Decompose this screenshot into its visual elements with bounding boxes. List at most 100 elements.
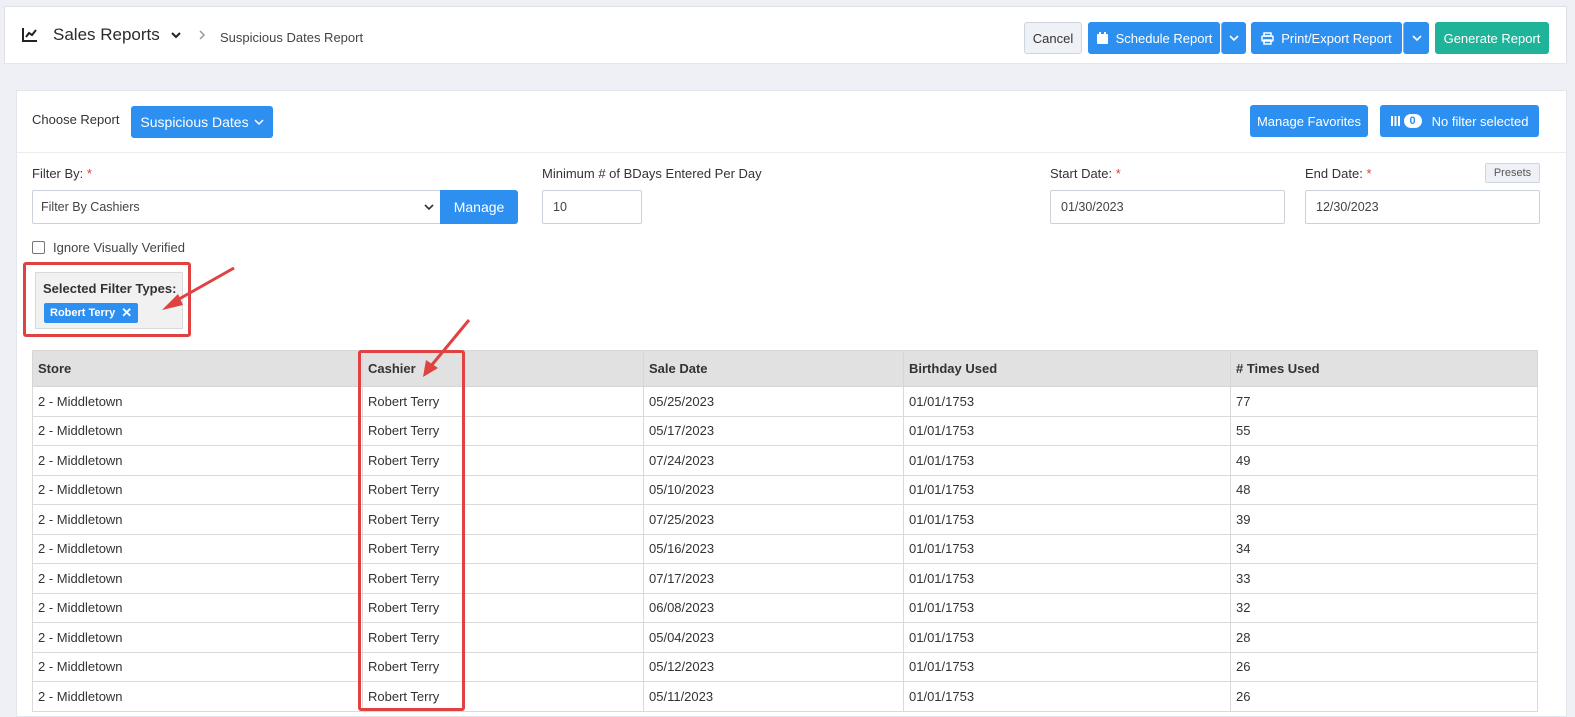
table-cell: 28 xyxy=(1230,622,1538,653)
print-export-dropdown[interactable] xyxy=(1403,22,1429,54)
cancel-button[interactable]: Cancel xyxy=(1024,22,1082,54)
table-cell: 05/16/2023 xyxy=(643,533,904,564)
table-row[interactable]: 2 - Middletown Robert Terry 07/17/2023 01/0… xyxy=(32,563,1538,594)
filter-by-label: Filter By: * xyxy=(32,166,92,181)
min-bdays-label: Minimum # of BDays Entered Per Day xyxy=(542,166,762,181)
schedule-report-dropdown[interactable] xyxy=(1221,22,1246,54)
table-cell: 01/01/1753 xyxy=(903,386,1231,417)
column-header[interactable]: # Times Used xyxy=(1230,350,1538,387)
report-toolbar: Choose Report Suspicious Dates Manage Fa… xyxy=(17,91,1566,153)
table-cell: 01/01/1753 xyxy=(903,533,1231,564)
choose-report-dropdown[interactable]: Suspicious Dates xyxy=(131,106,273,138)
filter-tag[interactable]: Robert Terry ✕ xyxy=(44,303,139,323)
print-export-button[interactable]: Print/Export Report xyxy=(1251,22,1402,54)
table-cell: 2 - Middletown xyxy=(32,622,363,653)
table-cell: 01/01/1753 xyxy=(903,622,1231,653)
table-cell: 2 - Middletown xyxy=(32,651,363,682)
filter-list-icon xyxy=(1390,116,1400,126)
table-cell: Robert Terry xyxy=(362,386,644,417)
manage-button[interactable]: Manage xyxy=(440,190,518,224)
close-icon[interactable]: ✕ xyxy=(121,305,132,321)
table-cell: 2 - Middletown xyxy=(32,474,363,505)
table-cell: Robert Terry xyxy=(362,445,644,476)
chevron-down-icon xyxy=(1229,35,1239,42)
table-row[interactable]: 2 - Middletown Robert Terry 05/04/2023 01/0… xyxy=(32,622,1538,653)
table-cell: 07/17/2023 xyxy=(643,563,904,594)
table-cell: Robert Terry xyxy=(362,681,644,712)
min-bdays-input[interactable]: 10 xyxy=(542,190,642,224)
table-cell: 01/01/1753 xyxy=(903,504,1231,535)
table-row[interactable]: 2 - Middletown Robert Terry 05/17/2023 01/0… xyxy=(32,415,1538,446)
chevron-right-icon xyxy=(199,30,206,40)
ignore-visually-verified-label: Ignore Visually Verified xyxy=(53,240,186,255)
calendar-icon xyxy=(1096,31,1108,44)
table-cell: 05/04/2023 xyxy=(643,622,904,653)
app-brand[interactable]: Sales Reports xyxy=(21,25,182,45)
ignore-visually-verified-checkbox[interactable] xyxy=(32,241,45,254)
table-cell: 34 xyxy=(1230,533,1538,564)
ignore-visually-verified[interactable]: Ignore Visually Verified xyxy=(32,240,185,255)
table-cell: 39 xyxy=(1230,504,1538,535)
table-cell: Robert Terry xyxy=(362,622,644,653)
table-cell: 05/10/2023 xyxy=(643,474,904,505)
table-cell: 05/17/2023 xyxy=(643,415,904,446)
table-cell: Robert Terry xyxy=(362,592,644,623)
table-cell: 26 xyxy=(1230,651,1538,682)
filter-count-badge: 0 xyxy=(1403,114,1422,128)
table-cell: Robert Terry xyxy=(362,504,644,535)
table-cell: 05/12/2023 xyxy=(643,651,904,682)
selected-filter-title: Selected Filter Types: xyxy=(43,281,177,296)
choose-report-label: Choose Report xyxy=(32,112,120,127)
table-cell: Robert Terry xyxy=(362,563,644,594)
table-cell: 32 xyxy=(1230,592,1538,623)
table-row[interactable]: 2 - Middletown Robert Terry 05/12/2023 01/0… xyxy=(32,651,1538,682)
column-header[interactable]: Cashier xyxy=(362,350,644,387)
report-table: Store Cashier Sale Date Birthday Used # … xyxy=(32,350,1538,712)
generate-report-button[interactable]: Generate Report xyxy=(1435,22,1549,54)
table-row[interactable]: 2 - Middletown Robert Terry 07/25/2023 01/0… xyxy=(32,504,1538,535)
schedule-report-button[interactable]: Schedule Report xyxy=(1088,22,1220,54)
filter-status-button[interactable]: 0 No filter selected xyxy=(1380,105,1539,137)
chevron-down-icon xyxy=(254,119,264,126)
table-cell: 07/24/2023 xyxy=(643,445,904,476)
table-cell: 26 xyxy=(1230,681,1538,712)
table-row[interactable]: 2 - Middletown Robert Terry 07/24/2023 01/0… xyxy=(32,445,1538,476)
column-header[interactable]: Sale Date xyxy=(643,350,904,387)
start-date-input[interactable]: 01/30/2023 xyxy=(1050,190,1285,224)
column-header[interactable]: Birthday Used xyxy=(903,350,1231,387)
table-row[interactable]: 2 - Middletown Robert Terry 05/25/2023 01/0… xyxy=(32,386,1538,417)
manage-favorites-button[interactable]: Manage Favorites xyxy=(1250,105,1368,137)
start-date-label: Start Date: * xyxy=(1050,166,1121,181)
chevron-down-icon xyxy=(424,204,434,211)
table-cell: 49 xyxy=(1230,445,1538,476)
table-cell: 2 - Middletown xyxy=(32,445,363,476)
table-cell: 07/25/2023 xyxy=(643,504,904,535)
table-cell: 06/08/2023 xyxy=(643,592,904,623)
table-row[interactable]: 2 - Middletown Robert Terry 06/08/2023 01/0… xyxy=(32,592,1538,623)
no-filter-label: No filter selected xyxy=(1431,113,1529,129)
end-date-label: End Date: * xyxy=(1305,166,1372,181)
choose-report-value: Suspicious Dates xyxy=(140,114,249,130)
table-cell: Robert Terry xyxy=(362,533,644,564)
end-date-input[interactable]: 12/30/2023 xyxy=(1305,190,1540,224)
table-cell: 33 xyxy=(1230,563,1538,594)
report-card: Choose Report Suspicious Dates Manage Fa… xyxy=(16,90,1567,717)
chevron-down-icon xyxy=(1411,35,1422,42)
table-row[interactable]: 2 - Middletown Robert Terry 05/16/2023 01/0… xyxy=(32,533,1538,564)
column-header[interactable]: Store xyxy=(32,350,363,387)
presets-button[interactable]: Presets xyxy=(1485,163,1540,183)
filter-by-select[interactable]: Filter By Cashiers xyxy=(32,190,441,224)
page-header: Sales Reports Suspicious Dates Report Ca… xyxy=(4,6,1567,64)
table-cell: 05/11/2023 xyxy=(643,681,904,712)
table-cell: 55 xyxy=(1230,415,1538,446)
table-row[interactable]: 2 - Middletown Robert Terry 05/11/2023 01/0… xyxy=(32,681,1538,712)
filter-tag-label: Robert Terry xyxy=(50,307,116,319)
table-cell: 2 - Middletown xyxy=(32,681,363,712)
table-cell: 2 - Middletown xyxy=(32,563,363,594)
table-cell: 2 - Middletown xyxy=(32,386,363,417)
table-cell: 2 - Middletown xyxy=(32,504,363,535)
table-row[interactable]: 2 - Middletown Robert Terry 05/10/2023 01/0… xyxy=(32,474,1538,505)
table-cell: 2 - Middletown xyxy=(32,415,363,446)
table-cell: 2 - Middletown xyxy=(32,592,363,623)
chevron-down-icon[interactable] xyxy=(170,29,182,41)
